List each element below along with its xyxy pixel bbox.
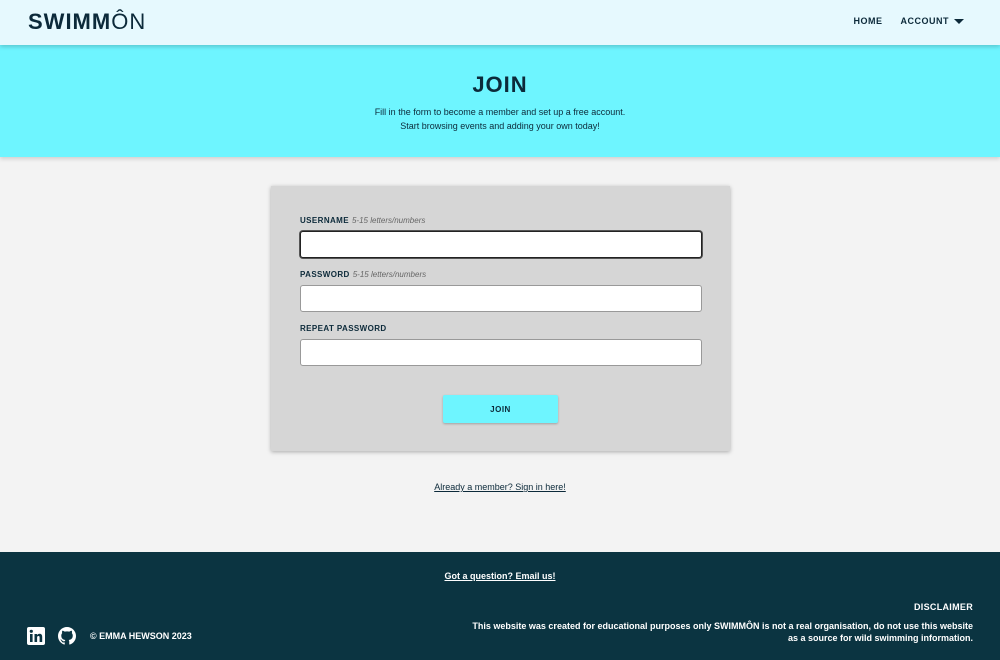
password-label: PASSWORD 5-15 letters/numbers [300,270,427,279]
nav-links: HOME ACCOUNT [836,16,964,26]
hero-description-line2: Start browsing events and adding your ow… [400,121,600,131]
password-input[interactable] [300,285,702,312]
disclaimer-line1: This website was created for educational… [472,621,973,631]
disclaimer-line2: as a source for wild swimming informatio… [787,633,973,643]
username-input[interactable] [300,231,702,258]
copyright-text: © EMMA HEWSON 2023 [90,631,192,641]
disclaimer: DISCLAIMER This website was created for … [472,601,973,644]
hero-banner: JOIN Fill in the form to become a member… [0,45,1000,157]
nav-home-link[interactable]: HOME [854,16,883,26]
page-title: JOIN [472,72,528,97]
hero-description-line1: Fill in the form to become a member and … [374,107,626,117]
navbar: SWIMMÔN HOME ACCOUNT [0,0,1000,45]
email-link-container: Got a question? Email us! [0,571,1000,581]
password-hint: 5-15 letters/numbers [352,270,427,279]
username-hint: 5-15 letters/numbers [351,216,426,225]
footer: Got a question? Email us! © EMMA HEWSON … [0,552,1000,660]
github-icon[interactable] [58,627,76,645]
join-form: USERNAME 5-15 letters/numbers PASSWORD 5-1… [271,186,730,451]
signin-link[interactable]: Already a member? Sign in here! [434,482,566,492]
username-label: USERNAME 5-15 letters/numbers [300,216,426,225]
caret-down-icon [954,18,964,24]
linkedin-icon[interactable] [27,627,45,645]
email-us-link[interactable]: Got a question? Email us! [444,571,555,581]
nav-account-dropdown[interactable]: ACCOUNT [901,16,964,26]
repeat-password-label: REPEAT PASSWORD [300,324,387,333]
site-logo[interactable]: SWIMMÔN [28,9,146,35]
join-button[interactable]: JOIN [443,395,558,423]
social-links: © EMMA HEWSON 2023 [27,627,192,645]
disclaimer-title: DISCLAIMER [914,602,973,612]
repeat-password-input[interactable] [300,339,702,366]
signin-link-container: Already a member? Sign in here! [0,482,1000,492]
